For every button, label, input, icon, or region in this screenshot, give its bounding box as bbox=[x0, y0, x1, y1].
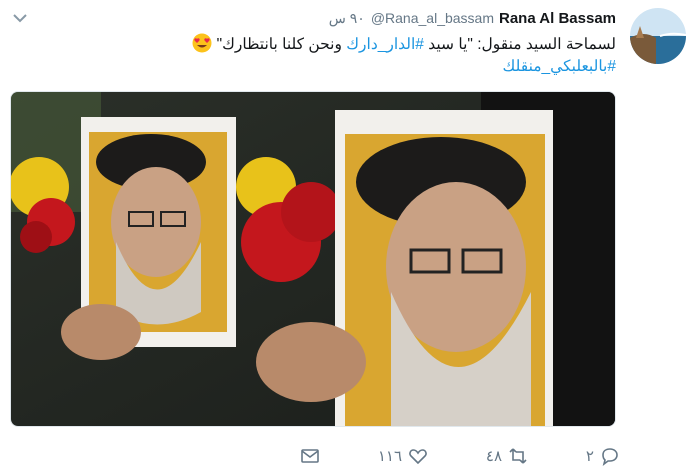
tweet-text-suffix: ونحن كلنا بانتظارك" bbox=[216, 36, 347, 53]
retweet-count: ٤٨ bbox=[485, 448, 503, 465]
like-button[interactable]: ١١٦ bbox=[378, 446, 428, 466]
reply-button[interactable]: ٢ bbox=[586, 446, 620, 466]
heart-eyes-emoji-icon bbox=[192, 33, 212, 53]
hashtag-link-2[interactable]: #بالبعلبكي_منقلك bbox=[503, 58, 616, 75]
message-button[interactable] bbox=[300, 446, 320, 466]
tweet: Rana Al Bassam @Rana_al_bassam ٩٠ س لسما… bbox=[0, 0, 694, 467]
chevron-down-icon[interactable] bbox=[12, 10, 28, 26]
hashtag-link[interactable]: #الدار_دارك bbox=[346, 36, 424, 53]
author-name[interactable]: Rana Al Bassam bbox=[499, 10, 616, 27]
message-icon bbox=[301, 449, 319, 463]
photo-content bbox=[11, 92, 615, 426]
retweet-button[interactable]: ٤٨ bbox=[486, 446, 528, 466]
author-handle[interactable]: @Rana_al_bassam bbox=[371, 10, 494, 26]
avatar[interactable] bbox=[630, 8, 686, 64]
like-count: ١١٦ bbox=[377, 448, 403, 465]
reply-count: ٢ bbox=[585, 448, 594, 465]
tweet-actions: ٢ ٤٨ ١١٦ bbox=[300, 444, 620, 468]
reply-icon bbox=[602, 448, 618, 466]
timestamp[interactable]: ٩٠ س bbox=[329, 10, 365, 27]
retweet-icon bbox=[509, 448, 527, 464]
like-icon bbox=[409, 449, 427, 465]
tweet-text: لسماحة السيد منقول: "يا سيد #الدار_دارك … bbox=[56, 33, 616, 78]
tweet-photo[interactable] bbox=[10, 91, 616, 427]
tweet-header: Rana Al Bassam @Rana_al_bassam ٩٠ س bbox=[329, 10, 616, 30]
tweet-text-prefix: لسماحة السيد منقول: "يا سيد bbox=[423, 36, 616, 53]
